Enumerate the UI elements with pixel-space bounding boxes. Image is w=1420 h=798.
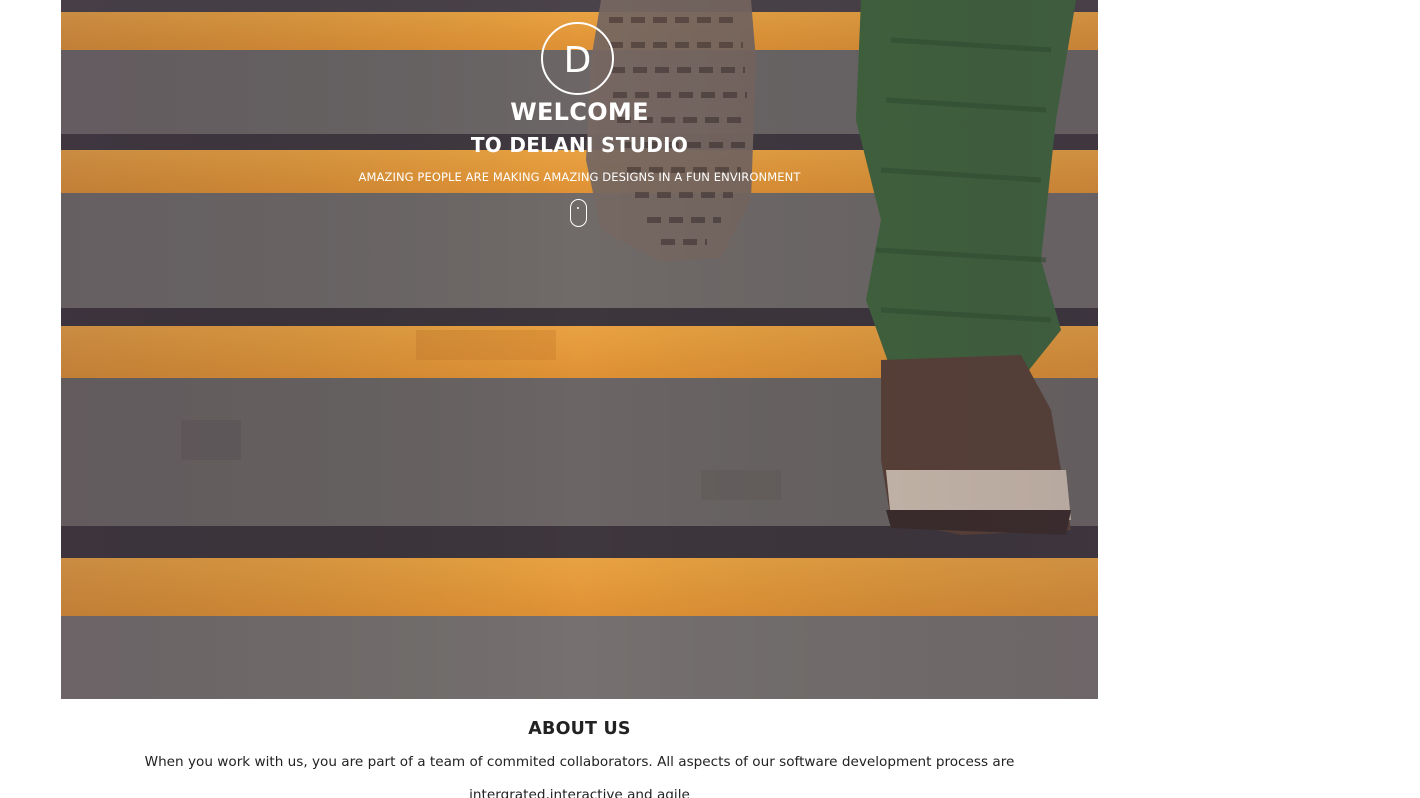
page: D WELCOME TO DELANI STUDIO AMAZING PEOPL… <box>0 0 1420 798</box>
hero-overlay: D WELCOME TO DELANI STUDIO AMAZING PEOPL… <box>61 0 1098 260</box>
mouse-scroll-icon[interactable] <box>570 199 587 227</box>
about-us-heading: ABOUT US <box>528 719 631 739</box>
hero-section: D WELCOME TO DELANI STUDIO AMAZING PEOPL… <box>61 0 1098 699</box>
hero-studio-heading: TO DELANI STUDIO <box>470 133 689 157</box>
about-us-text: When you work with us, you are part of a… <box>144 754 1015 798</box>
hero-welcome-heading: WELCOME <box>510 98 649 126</box>
hero-tagline: AMAZING PEOPLE ARE MAKING AMAZING DESIGN… <box>358 170 801 184</box>
logo-badge[interactable]: D <box>541 22 614 95</box>
